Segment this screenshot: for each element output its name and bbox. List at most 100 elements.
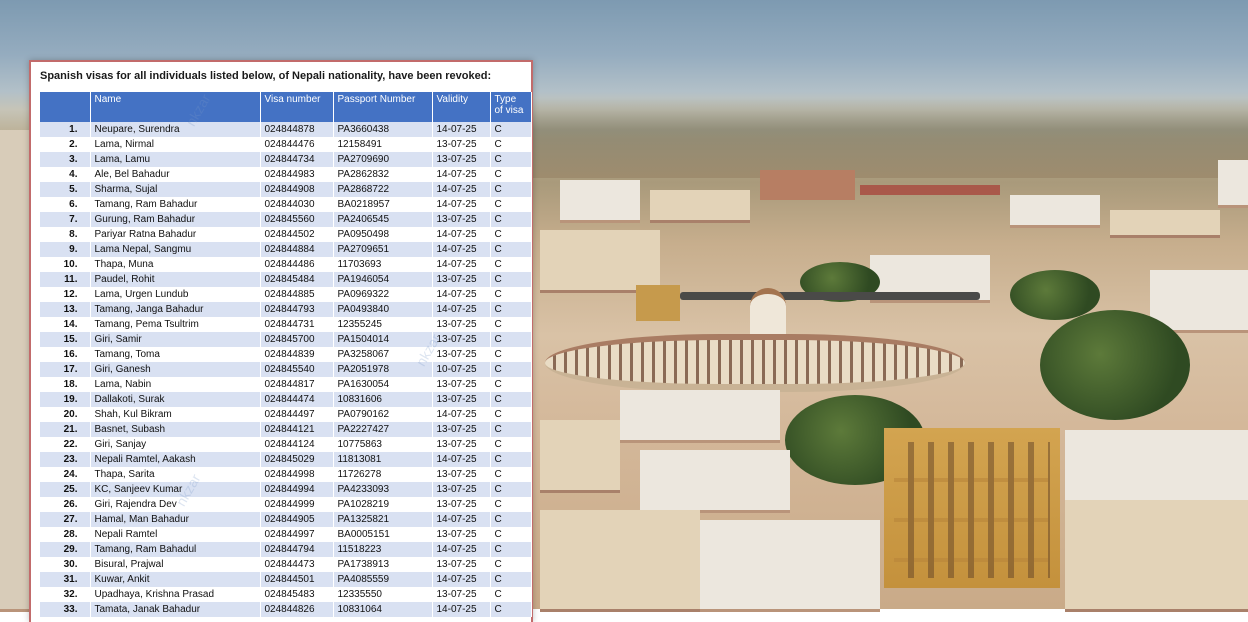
cell-name: Bisural, Prajwal	[90, 557, 261, 572]
cell-passport-number: 12355245	[333, 317, 433, 332]
cell-visa-type: C	[490, 212, 532, 227]
trees	[1010, 270, 1100, 320]
table-row: 13. Tamang, Janga Bahadur 024844793 PA04938…	[40, 302, 532, 317]
building	[1218, 160, 1248, 208]
cell-visa-type: C	[490, 242, 532, 257]
cell-visa-number: 024844997	[260, 527, 334, 542]
cell-number: 8.	[40, 227, 91, 242]
cell-validity: 14-07-25	[432, 182, 491, 197]
building	[540, 420, 620, 493]
table-row: 16. Tamang, Toma 024844839 PA3258067 13-07-2…	[40, 347, 532, 362]
cell-passport-number: PA2709651	[333, 242, 433, 257]
cell-visa-number: 024844121	[260, 422, 334, 437]
cell-visa-number: 024844794	[260, 542, 334, 557]
cell-visa-type: C	[490, 542, 532, 557]
cell-name: Tamang, Ram Bahadul	[90, 542, 261, 557]
cell-number: 2.	[40, 137, 91, 152]
table-row: 5. Sharma, Sujal 024844908 PA2868722 14-07-2…	[40, 182, 532, 197]
cell-name: Tamata, Janak Bahadur	[90, 602, 261, 617]
table-row: 14. Tamang, Pema Tsultrim 024844731 1235524…	[40, 317, 532, 332]
table-row: 8. Pariyar Ratna Bahadur 024844502 PA095049…	[40, 227, 532, 242]
building	[1010, 195, 1100, 228]
cell-number: 4.	[40, 167, 91, 182]
cell-visa-type: C	[490, 137, 532, 152]
cell-visa-number: 024844905	[260, 512, 334, 527]
cell-number: 31.	[40, 572, 91, 587]
cell-visa-type: C	[490, 422, 532, 437]
cell-visa-type: C	[490, 227, 532, 242]
visa-table: Name Visa number Passport Number Validit…	[40, 92, 532, 617]
table-row: 21. Basnet, Subash 024844121 PA2227427 13-07…	[40, 422, 532, 437]
cell-validity: 14-07-25	[432, 452, 491, 467]
table-row: 24. Thapa, Sarita 024844998 11726278 13-07-2…	[40, 467, 532, 482]
cell-name: Thapa, Muna	[90, 257, 261, 272]
cell-passport-number: 11726278	[333, 467, 433, 482]
cell-name: Lama, Nirmal	[90, 137, 261, 152]
table-row: 7. Gurung, Ram Bahadur 024845560 PA2406545 1…	[40, 212, 532, 227]
cell-passport-number: PA1630054	[333, 377, 433, 392]
table-row: 29. Tamang, Ram Bahadul 024844794 11518223 1…	[40, 542, 532, 557]
cell-validity: 14-07-25	[432, 167, 491, 182]
table-row: 11. Paudel, Rohit 024845484 PA1946054 13-07-…	[40, 272, 532, 287]
cell-name: Lama, Lamu	[90, 152, 261, 167]
cell-name: Tamang, Pema Tsultrim	[90, 317, 261, 332]
cell-validity: 14-07-25	[432, 542, 491, 557]
table-row: 19. Dallakoti, Surak 024844474 10831606 13-0…	[40, 392, 532, 407]
cell-name: Tamang, Ram Bahadur	[90, 197, 261, 212]
cell-visa-type: C	[490, 572, 532, 587]
cell-passport-number: BA0005151	[333, 527, 433, 542]
yellow-palace	[884, 428, 1060, 588]
building	[540, 230, 660, 293]
cell-number: 3.	[40, 152, 91, 167]
chapel-dome	[750, 288, 786, 338]
cell-visa-number: 024844839	[260, 347, 334, 362]
cell-name: Kuwar, Ankit	[90, 572, 261, 587]
cell-validity: 13-07-25	[432, 527, 491, 542]
cell-visa-type: C	[490, 377, 532, 392]
cell-visa-type: C	[490, 467, 532, 482]
table-row: 20. Shah, Kul Bikram 024844497 PA0790162 14-…	[40, 407, 532, 422]
building	[636, 285, 680, 321]
cell-visa-type: C	[490, 497, 532, 512]
cell-visa-type: C	[490, 272, 532, 287]
cell-validity: 14-07-25	[432, 572, 491, 587]
cell-visa-type: C	[490, 452, 532, 467]
cell-validity: 13-07-25	[432, 137, 491, 152]
table-row: 17. Giri, Ganesh 024845540 PA2051978 10-07-2…	[40, 362, 532, 377]
cell-passport-number: PA1325821	[333, 512, 433, 527]
cell-visa-type: C	[490, 587, 532, 602]
building	[560, 180, 640, 223]
cell-name: Lama Nepal, Sangmu	[90, 242, 261, 257]
cell-passport-number: PA1738913	[333, 557, 433, 572]
cell-visa-number: 024844826	[260, 602, 334, 617]
cell-number: 24.	[40, 467, 91, 482]
cell-validity: 13-07-25	[432, 317, 491, 332]
cell-visa-number: 024844878	[260, 122, 334, 137]
cell-visa-number: 024844486	[260, 257, 334, 272]
table-row: 6. Tamang, Ram Bahadur 024844030 BA0218957 1…	[40, 197, 532, 212]
distant-hills	[520, 98, 1248, 178]
cell-passport-number: PA3660438	[333, 122, 433, 137]
cell-visa-number: 024844885	[260, 287, 334, 302]
table-row: 2. Lama, Nirmal 024844476 12158491 13-07-25 C	[40, 137, 532, 152]
cell-passport-number: PA0969322	[333, 287, 433, 302]
bridge	[680, 292, 980, 300]
cell-visa-number: 024844473	[260, 557, 334, 572]
cell-visa-type: C	[490, 167, 532, 182]
cell-validity: 13-07-25	[432, 377, 491, 392]
cell-number: 17.	[40, 362, 91, 377]
cell-passport-number: PA1504014	[333, 332, 433, 347]
cell-validity: 13-07-25	[432, 587, 491, 602]
building	[640, 450, 790, 513]
cell-passport-number: 12158491	[333, 137, 433, 152]
cell-number: 19.	[40, 392, 91, 407]
cell-visa-type: C	[490, 302, 532, 317]
cell-passport-number: 10831606	[333, 392, 433, 407]
table-row: 28. Nepali Ramtel 024844997 BA0005151 13-07-…	[40, 527, 532, 542]
cell-validity: 13-07-25	[432, 497, 491, 512]
building	[760, 170, 855, 200]
cell-name: Nepali Ramtel, Aakash	[90, 452, 261, 467]
column-header-number	[40, 92, 91, 122]
cell-visa-type: C	[490, 122, 532, 137]
column-header-name: Name	[90, 92, 261, 122]
